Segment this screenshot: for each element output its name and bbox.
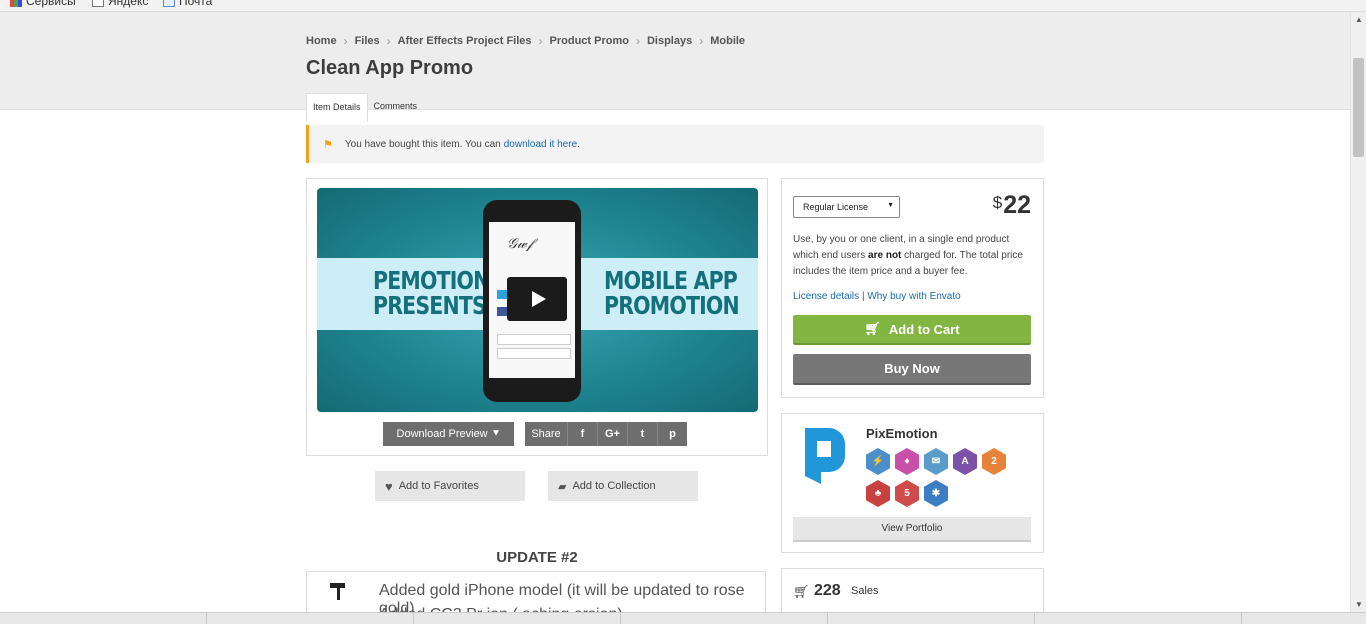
- author-name[interactable]: PixEmotion: [866, 426, 938, 441]
- buy-now-button[interactable]: Buy Now: [793, 354, 1031, 385]
- cart-icon: 🛒︎: [864, 321, 881, 336]
- badge-icon[interactable]: 5: [895, 480, 919, 507]
- badge-icon[interactable]: ✉: [924, 448, 948, 475]
- author-avatar[interactable]: [799, 426, 847, 486]
- license-description: Use, by you or one client, in a single e…: [793, 234, 1023, 277]
- tab-bar: Item Details Comments: [306, 93, 423, 122]
- download-item[interactable]: [0, 613, 207, 624]
- download-item[interactable]: [621, 613, 828, 624]
- chevron-right-icon: ›: [538, 34, 543, 48]
- preview-right-text: MOBILE APP PROMOTION: [604, 266, 740, 320]
- chevron-right-icon: ›: [699, 34, 704, 48]
- download-item[interactable]: [207, 613, 414, 624]
- breadcrumb-mobile[interactable]: Mobile: [710, 35, 745, 47]
- author-panel: PixEmotion ⚡ ♦ ✉ A 2 ♣ 5 ✱ View Portfoli…: [781, 413, 1044, 553]
- page-header: Home › Files › After Effects Project Fil…: [0, 12, 1350, 122]
- play-icon: [532, 291, 546, 307]
- scroll-thumb[interactable]: [1353, 58, 1364, 157]
- page-title: Clean App Promo: [306, 57, 474, 79]
- tab-item-details[interactable]: Item Details: [306, 93, 368, 122]
- folder-icon: ▰: [558, 480, 567, 493]
- tab-comments[interactable]: Comments: [368, 93, 424, 122]
- update-title: UPDATE #2: [496, 549, 578, 566]
- badge-icon[interactable]: ⚡: [866, 448, 890, 475]
- badge-icon[interactable]: ✱: [924, 480, 948, 507]
- badge-icon[interactable]: ♦: [895, 448, 919, 475]
- purchase-panel: Regular License ▼ $ 22 Use, by you or on…: [781, 178, 1044, 398]
- chevron-right-icon: ›: [343, 34, 348, 48]
- preview-actions: Download Preview ⯆ Share f G+ t p: [383, 422, 687, 446]
- google-plus-icon[interactable]: G+: [597, 422, 627, 446]
- download-item[interactable]: [1035, 613, 1242, 624]
- notice-text: You have bought this item. You can: [344, 138, 501, 150]
- scrollbar[interactable]: ▲ ▼: [1350, 12, 1366, 612]
- bookmark-services[interactable]: Сервисы: [10, 0, 76, 8]
- app-logo-icon: 𝒢𝓌𝒻: [507, 236, 533, 252]
- license-select[interactable]: Regular License ▼: [793, 196, 900, 218]
- download-preview-button[interactable]: Download Preview ⯆: [383, 422, 514, 446]
- add-to-cart-button[interactable]: 🛒︎ Add to Cart: [793, 315, 1031, 345]
- breadcrumb-displays[interactable]: Displays: [647, 35, 692, 47]
- scroll-up-icon[interactable]: ▲: [1355, 15, 1363, 24]
- badge-icon[interactable]: 2: [982, 448, 1006, 475]
- play-button[interactable]: [507, 277, 567, 321]
- cart-icon: 🛒︎: [793, 584, 810, 599]
- facebook-icon[interactable]: f: [567, 422, 597, 446]
- download-icon: ⯆: [491, 427, 501, 440]
- username-field-icon: [497, 334, 571, 345]
- breadcrumb: Home › Files › After Effects Project Fil…: [306, 34, 745, 48]
- preview-panel: PEMOTION PRESENTS MOBILE APP PROMOTION 𝒢…: [306, 178, 768, 456]
- bookmark-yandex[interactable]: Яндекс: [92, 0, 148, 8]
- dropdown-arrow-icon: ▼: [887, 202, 894, 209]
- download-item[interactable]: [828, 613, 1035, 624]
- author-badges: ⚡ ♦ ✉ A 2 ♣ 5 ✱: [866, 448, 1016, 507]
- paint-roller-icon: [330, 583, 345, 600]
- breadcrumb-product-promo[interactable]: Product Promo: [550, 35, 629, 47]
- purchased-notice: ⚑ You have bought this item. You can dow…: [306, 125, 1044, 163]
- preview-left-text: PEMOTION PRESENTS: [373, 266, 490, 320]
- why-envato-link[interactable]: Why buy with Envato: [867, 291, 960, 302]
- share-group: Share f G+ t p: [525, 422, 687, 446]
- badge-icon[interactable]: ♣: [866, 480, 890, 507]
- license-details-link[interactable]: License details: [793, 291, 859, 302]
- sales-label: Sales: [851, 585, 879, 597]
- chevron-right-icon: ›: [635, 34, 640, 48]
- add-to-collection-button[interactable]: ▰ Add to Collection: [548, 471, 698, 501]
- download-link[interactable]: download it here: [504, 139, 577, 150]
- pinterest-icon[interactable]: p: [657, 422, 687, 446]
- download-bar: [0, 612, 1366, 624]
- apps-grid-icon: [10, 0, 22, 7]
- page-icon: [92, 0, 104, 7]
- flag-icon: ⚑: [323, 138, 333, 151]
- heart-icon: ♥: [385, 478, 393, 494]
- view-portfolio-button[interactable]: View Portfolio: [793, 517, 1031, 542]
- password-field-icon: [497, 348, 571, 359]
- bookmarks-bar: Сервисы Яндекс Почта: [0, 0, 1366, 12]
- download-item[interactable]: [414, 613, 621, 624]
- breadcrumb-after-effects[interactable]: After Effects Project Files: [398, 35, 532, 47]
- chevron-right-icon: ›: [386, 34, 391, 48]
- page-icon: [163, 0, 175, 7]
- breadcrumb-home[interactable]: Home: [306, 35, 337, 47]
- bookmark-mail[interactable]: Почта: [163, 0, 212, 8]
- badge-icon[interactable]: A: [953, 448, 977, 475]
- scroll-down-icon[interactable]: ▼: [1355, 600, 1363, 609]
- price: $ 22: [992, 191, 1031, 219]
- breadcrumb-files[interactable]: Files: [355, 35, 380, 47]
- add-to-favorites-button[interactable]: ♥ Add to Favorites: [375, 471, 525, 501]
- preview-video[interactable]: PEMOTION PRESENTS MOBILE APP PROMOTION 𝒢…: [317, 188, 758, 412]
- license-links: License details | Why buy with Envato: [793, 291, 961, 302]
- notice-suffix: .: [577, 138, 580, 150]
- twitter-icon[interactable]: t: [627, 422, 657, 446]
- sales-count: 228: [814, 582, 841, 599]
- share-label: Share: [525, 422, 567, 446]
